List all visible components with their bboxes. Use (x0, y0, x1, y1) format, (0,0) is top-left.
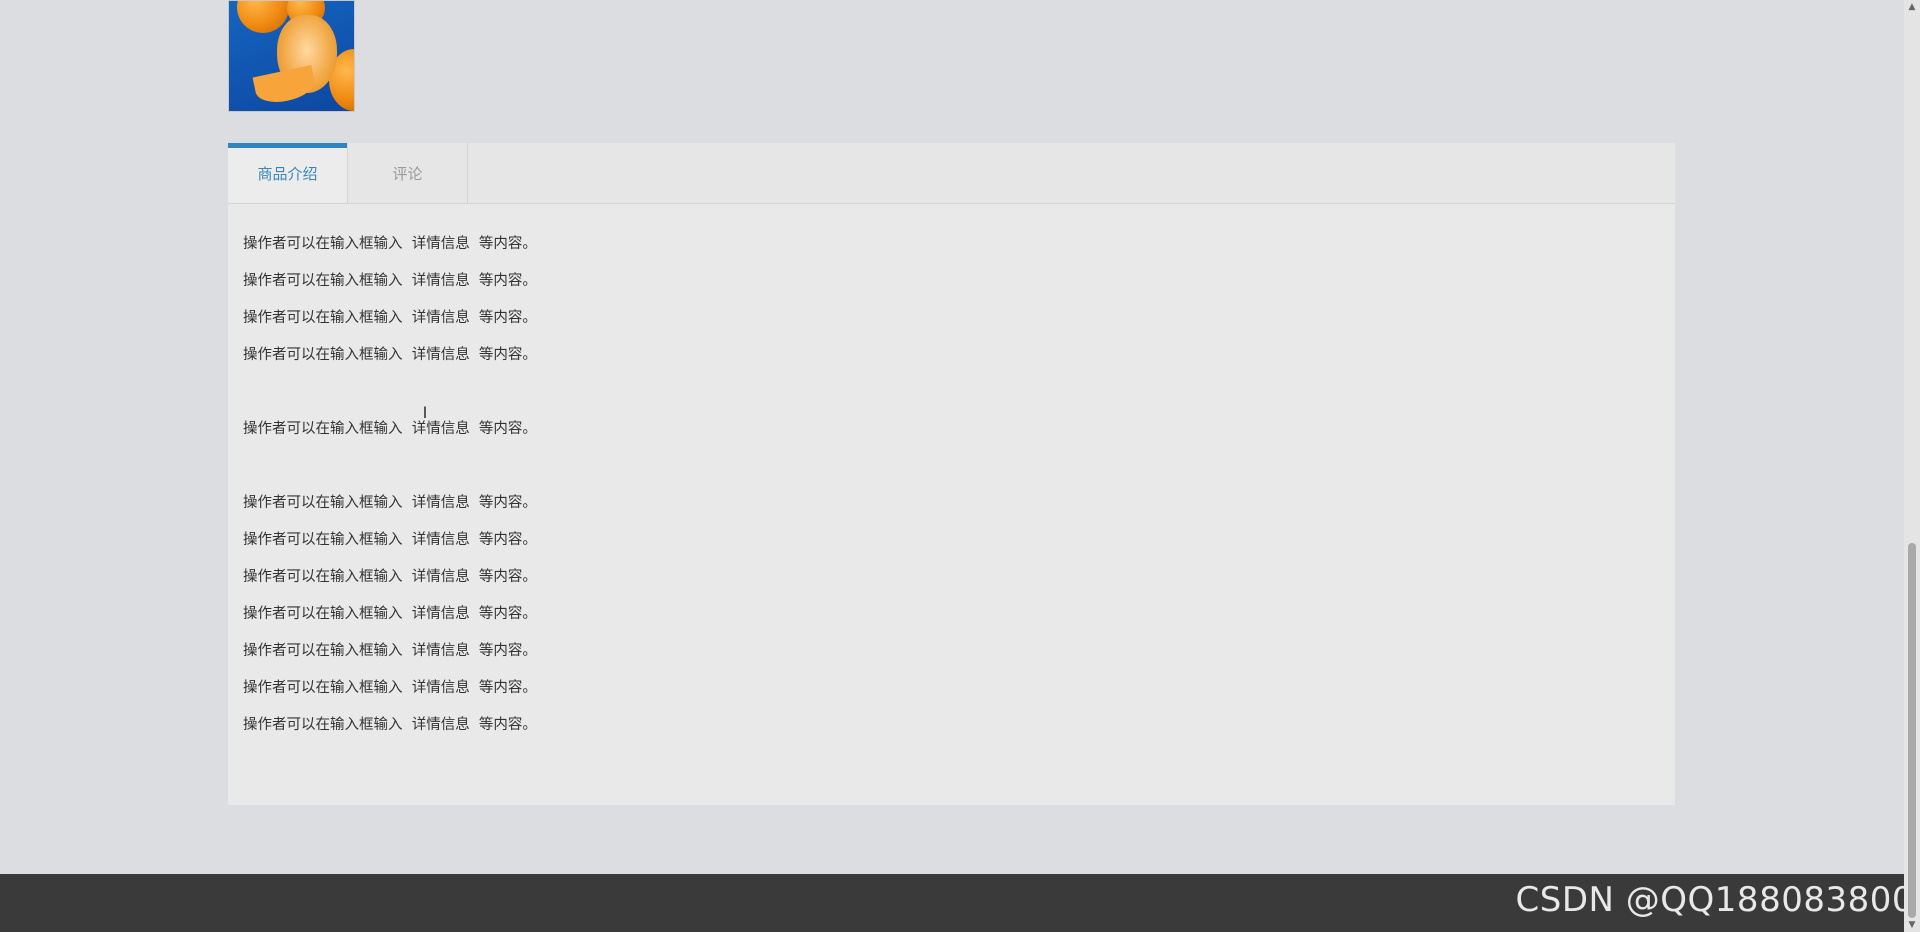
watermark-text: CSDN @QQ188083800 (1515, 880, 1914, 920)
content-line-blank (243, 448, 1660, 485)
content-line: 操作者可以在输入框输入 详情信息 等内容。 (243, 606, 537, 622)
content-line: 操作者可以在输入框输入 详情信息 等内容。 (243, 347, 537, 363)
product-thumbnail[interactable] (228, 0, 355, 112)
tab-comments[interactable]: 评论 (348, 143, 468, 203)
text-cursor-icon: I (422, 403, 428, 422)
content-line: 操作者可以在输入框输入 详情信息 等内容。 (243, 273, 537, 289)
content-line: 操作者可以在输入框输入 详情信息 等内容。 (243, 421, 537, 437)
page: 商品介绍 评论 操作者可以在输入框输入 详情信息 等内容。 操作者可以在输入框输… (0, 0, 1920, 932)
tab-label: 商品介绍 (257, 164, 318, 183)
content-line: 操作者可以在输入框输入 详情信息 等内容。 (243, 643, 537, 659)
tab-bar: 商品介绍 评论 (228, 143, 1675, 204)
tab-product-intro[interactable]: 商品介绍 (228, 143, 348, 203)
content-line: 操作者可以在输入框输入 详情信息 等内容。 (243, 310, 537, 326)
content-line: 操作者可以在输入框输入 详情信息 等内容。 (243, 532, 537, 548)
orange-shape (237, 1, 289, 33)
content-line: 操作者可以在输入框输入 详情信息 等内容。 (243, 717, 537, 733)
content-line-blank (243, 374, 1660, 411)
scrollbar-thumb[interactable] (1908, 543, 1916, 918)
content-line: 操作者可以在输入框输入 详情信息 等内容。 (243, 495, 537, 511)
orange-peel-shape (252, 65, 318, 107)
content-line: 操作者可以在输入框输入 详情信息 等内容。 (243, 680, 537, 696)
arrow-down-icon[interactable]: ▼ (1904, 918, 1920, 932)
tab-label: 评论 (392, 164, 423, 183)
product-intro-content: 操作者可以在输入框输入 详情信息 等内容。 操作者可以在输入框输入 详情信息 等… (228, 204, 1675, 744)
vertical-scrollbar[interactable]: ▲ ▼ (1904, 0, 1920, 932)
content-line: 操作者可以在输入框输入 详情信息 等内容。 (243, 569, 537, 585)
arrow-up-icon[interactable]: ▲ (1904, 0, 1920, 14)
content-line: 操作者可以在输入框输入 详情信息 等内容。 (243, 236, 537, 252)
product-detail-panel: 商品介绍 评论 操作者可以在输入框输入 详情信息 等内容。 操作者可以在输入框输… (228, 143, 1675, 805)
